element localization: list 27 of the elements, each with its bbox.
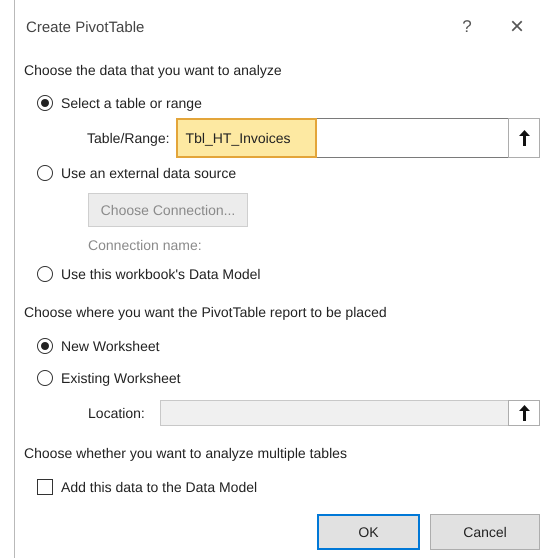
up-arrow-icon xyxy=(518,129,530,147)
radio-button[interactable] xyxy=(37,370,53,386)
radio-button[interactable] xyxy=(37,338,53,354)
connection-name-label: Connection name: xyxy=(88,237,202,253)
help-button[interactable]: ? xyxy=(447,10,487,44)
dialog-button[interactable]: OK xyxy=(317,514,420,550)
section-heading: Choose the data that you want to analyze xyxy=(24,61,282,80)
window-title: Create PivotTable xyxy=(26,18,146,36)
up-arrow-icon xyxy=(518,404,530,422)
checkbox-label[interactable]: Add this data to the Data Model xyxy=(61,479,258,495)
field-label: Table/Range: xyxy=(87,130,170,146)
radio-button[interactable] xyxy=(37,266,53,282)
radio-label[interactable]: New Worksheet xyxy=(61,338,160,354)
radio-button[interactable] xyxy=(37,95,53,111)
collapse-button[interactable] xyxy=(508,118,540,158)
checkbox[interactable] xyxy=(37,479,53,495)
section-heading: Choose whether you want to analyze multiple tables xyxy=(24,444,347,463)
table-range-field[interactable]: Tbl_HT_Invoices xyxy=(176,118,540,158)
radio-label[interactable]: Select a table or range xyxy=(61,95,202,111)
section-heading: Choose where you want the PivotTable report to be placed xyxy=(24,303,387,322)
radio-label[interactable]: Use an external data source xyxy=(61,165,236,181)
radio-label[interactable]: Use this workbook's Data Model xyxy=(61,266,261,282)
radio-button[interactable] xyxy=(37,165,53,181)
field-label: Location: xyxy=(88,405,146,421)
radio-label[interactable]: Existing Worksheet xyxy=(61,370,181,386)
close-button[interactable]: × xyxy=(487,10,547,44)
dialog-button[interactable]: Cancel xyxy=(430,514,540,550)
